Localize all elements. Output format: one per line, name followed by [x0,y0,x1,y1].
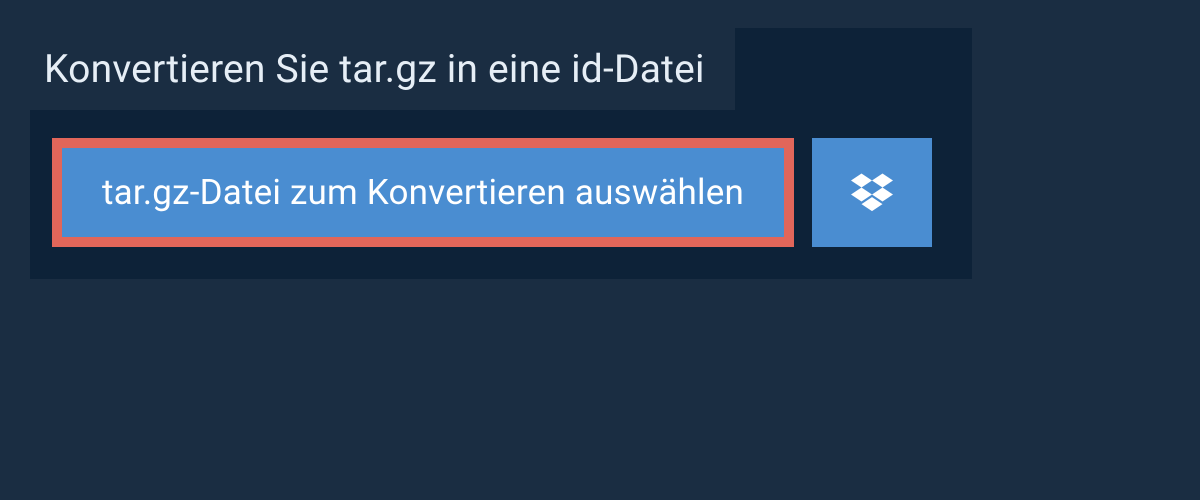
page-title: Konvertieren Sie tar.gz in eine id-Datei [30,28,735,110]
dropbox-button[interactable] [812,138,932,247]
page-title-text: Konvertieren Sie tar.gz in eine id-Datei [44,46,705,92]
converter-card: Konvertieren Sie tar.gz in eine id-Datei… [30,28,972,279]
choose-file-button-label: tar.gz-Datei zum Konvertieren auswählen [102,172,744,213]
file-picker-row: tar.gz-Datei zum Konvertieren auswählen [30,110,972,279]
dropbox-icon [851,170,893,216]
choose-file-button[interactable]: tar.gz-Datei zum Konvertieren auswählen [62,148,784,237]
file-button-highlight: tar.gz-Datei zum Konvertieren auswählen [52,138,794,247]
